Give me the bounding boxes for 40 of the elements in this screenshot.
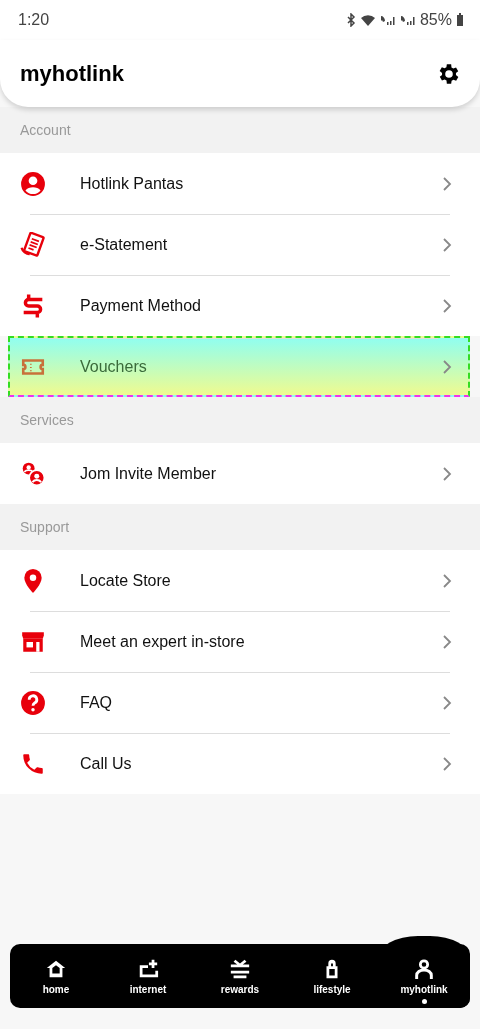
nav-tab[interactable]: rewards xyxy=(194,944,286,1008)
menu-item[interactable]: Hotlink Pantas xyxy=(0,153,480,214)
bluetooth-icon xyxy=(345,13,356,27)
wifi-icon xyxy=(359,13,376,27)
chevron-right-icon xyxy=(442,237,452,252)
chevron-right-icon xyxy=(442,176,452,191)
section-title: Support xyxy=(20,519,70,535)
nav-tab[interactable]: lifestyle xyxy=(286,944,378,1008)
question-icon xyxy=(20,689,46,716)
plus-icon xyxy=(137,957,159,980)
menu-item[interactable]: Vouchers xyxy=(8,336,470,397)
chevron-right-icon xyxy=(442,695,452,710)
person-icon xyxy=(20,170,46,197)
menu-item[interactable]: Payment Method xyxy=(0,275,480,336)
selected-dot xyxy=(421,999,427,1004)
menu-item[interactable]: Call Us xyxy=(0,733,480,794)
menu-item[interactable]: e-Statement xyxy=(0,214,480,275)
call-signal-icon xyxy=(379,13,396,27)
chevron-right-icon xyxy=(442,359,452,374)
person-icon xyxy=(413,957,435,980)
nav-tab[interactable]: home xyxy=(10,944,102,1008)
nav-tab[interactable]: internet xyxy=(102,944,194,1008)
menu-item[interactable]: FAQ xyxy=(0,672,480,733)
menu-item[interactable]: Meet an expert in-store xyxy=(0,611,480,672)
chevron-right-icon xyxy=(442,573,452,588)
document-icon xyxy=(20,231,46,258)
people-icon xyxy=(20,460,46,487)
page-title: myhotlink xyxy=(20,60,124,87)
chevron-right-icon xyxy=(442,634,452,649)
menu-item[interactable]: Jom Invite Member xyxy=(0,443,480,504)
chevron-right-icon xyxy=(442,756,452,771)
call-signal-icon xyxy=(399,13,416,27)
section-title: Account xyxy=(20,122,71,138)
status-time: 1:20 xyxy=(18,11,50,29)
section-title: Services xyxy=(20,412,74,428)
battery-level: 85% xyxy=(419,11,452,29)
menu-item[interactable]: Locate Store xyxy=(0,550,480,611)
battery-icon xyxy=(456,13,464,27)
chevron-right-icon xyxy=(442,298,452,313)
chevron-right-icon xyxy=(442,466,452,481)
